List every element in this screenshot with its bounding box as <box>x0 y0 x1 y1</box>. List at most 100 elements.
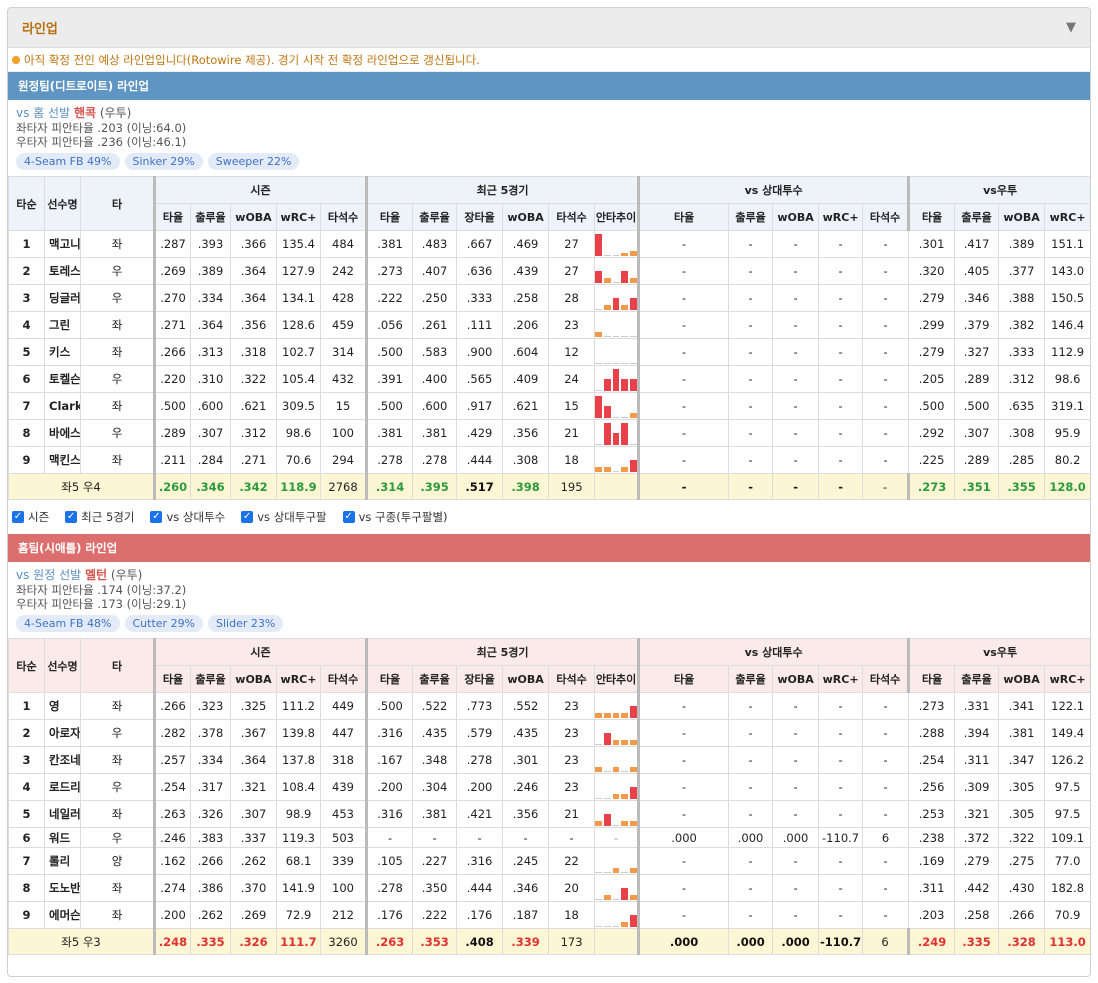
col-vs-pitcher[interactable]: 타석수 <box>862 665 911 693</box>
col-recent[interactable]: 안타추이 <box>594 203 641 231</box>
col-season[interactable]: wRC+ <box>276 665 321 693</box>
col-vs-pitcher[interactable]: 타율 <box>638 665 730 693</box>
col-vs-hand[interactable]: wOBA <box>998 665 1046 693</box>
stat-cell: - <box>772 392 820 420</box>
col-vs-hand[interactable]: 타율 <box>908 665 956 693</box>
col-recent[interactable]: 타석수 <box>548 203 596 231</box>
trend-bar <box>603 467 611 472</box>
col-season[interactable]: 타석수 <box>319 665 369 693</box>
stat-cell: .442 <box>954 874 1000 902</box>
col-vs-pitcher[interactable]: 타석수 <box>862 203 911 231</box>
col-recent[interactable]: 타석수 <box>548 665 596 693</box>
player-name[interactable]: Clark <box>44 392 81 420</box>
col-vs-hand[interactable]: wRC+ <box>1044 203 1090 231</box>
col-hand[interactable]: 타 <box>80 638 156 693</box>
col-vs-pitcher[interactable]: wOBA <box>772 203 820 231</box>
col-vs-hand[interactable]: wRC+ <box>1044 665 1090 693</box>
stat-cell: 151.1 <box>1044 230 1090 258</box>
player-name[interactable]: 바에스 <box>44 419 81 447</box>
col-recent[interactable]: 타율 <box>366 203 414 231</box>
filter-checkbox[interactable]: ✓ 최근 5경기 <box>65 509 134 525</box>
total-cell: .517 <box>456 473 504 500</box>
col-bat-order[interactable]: 타순 <box>8 176 45 231</box>
away-pitcher-name[interactable]: 핸콕 <box>74 106 96 120</box>
stat-cell: 447 <box>319 719 369 747</box>
col-recent[interactable]: 안타추이 <box>594 665 641 693</box>
filter-checkbox[interactable]: ✓ vs 상대투구팔 <box>241 509 327 525</box>
player-name[interactable]: 워드 <box>44 827 81 848</box>
player-name[interactable]: 딩글러 <box>44 284 81 312</box>
col-recent[interactable]: 출루율 <box>412 665 458 693</box>
col-recent[interactable]: 장타율 <box>456 665 504 693</box>
player-name[interactable]: 영 <box>44 692 81 720</box>
lineup-header[interactable]: 라인업 ▼ <box>8 8 1090 48</box>
col-season[interactable]: 출루율 <box>190 203 231 231</box>
player-name[interactable]: 칸조네 <box>44 746 81 774</box>
player-name[interactable]: 로드리게스 <box>44 773 81 801</box>
trend-bar <box>595 467 602 472</box>
away-pitch-pill: 4-Seam FB 49% <box>16 153 120 170</box>
stat-cell: .111 <box>456 311 504 339</box>
player-name[interactable]: 도노반 <box>44 874 81 902</box>
col-vs-hand[interactable]: 출루율 <box>954 665 1000 693</box>
col-season[interactable]: 타율 <box>154 203 191 231</box>
col-vs-pitcher[interactable]: 출루율 <box>728 665 774 693</box>
col-bat-order[interactable]: 타순 <box>8 638 45 693</box>
group-vs-pitcher: vs 상대투수 <box>638 176 911 204</box>
stat-cell: 146.4 <box>1044 311 1090 339</box>
col-vs-pitcher[interactable]: 출루율 <box>728 203 774 231</box>
checkbox-checked-icon[interactable]: ✓ <box>342 511 355 523</box>
col-season[interactable]: 출루율 <box>190 665 231 693</box>
player-name[interactable]: 에머슨 <box>44 901 81 929</box>
filter-checkbox[interactable]: ✓ 시즌 <box>12 509 49 525</box>
stat-cell: .271 <box>230 446 277 474</box>
checkbox-checked-icon[interactable]: ✓ <box>65 511 78 523</box>
col-player[interactable]: 선수명 <box>44 638 81 693</box>
checkbox-checked-icon[interactable]: ✓ <box>12 511 24 523</box>
col-vs-hand[interactable]: 출루율 <box>954 203 1000 231</box>
col-recent[interactable]: 타율 <box>366 665 414 693</box>
col-vs-pitcher[interactable]: wRC+ <box>818 665 864 693</box>
collapse-icon[interactable]: ▼ <box>1066 20 1076 35</box>
col-vs-pitcher[interactable]: 타율 <box>638 203 730 231</box>
col-vs-hand[interactable]: wOBA <box>998 203 1046 231</box>
player-name[interactable]: 토레스 <box>44 257 81 285</box>
stat-cell: - <box>818 365 864 393</box>
checkbox-checked-icon[interactable]: ✓ <box>150 511 163 523</box>
player-name[interactable]: 키스 <box>44 338 81 366</box>
col-season[interactable]: 타율 <box>154 665 191 693</box>
trend-bar <box>621 922 629 927</box>
col-vs-pitcher[interactable]: wOBA <box>772 665 820 693</box>
stat-cell: .289 <box>954 365 1000 393</box>
player-name[interactable]: 토켈슨 <box>44 365 81 393</box>
stat-cell: - <box>772 365 820 393</box>
col-vs-pitcher[interactable]: wRC+ <box>818 203 864 231</box>
col-season[interactable]: 타석수 <box>319 203 369 231</box>
stat-cell: .200 <box>366 773 414 801</box>
home-pitcher-name[interactable]: 멜턴 <box>85 568 107 582</box>
col-vs-hand[interactable]: 타율 <box>908 203 956 231</box>
col-season[interactable]: wRC+ <box>276 203 321 231</box>
filter-checkbox[interactable]: ✓ vs 구종(투구팔별) <box>342 509 448 525</box>
col-recent[interactable]: wOBA <box>502 203 550 231</box>
col-recent[interactable]: wOBA <box>502 665 550 693</box>
player-name[interactable]: 네일러 <box>44 800 81 828</box>
stat-cell: .331 <box>954 692 1000 720</box>
player-name[interactable]: 아로자레나 <box>44 719 81 747</box>
col-season[interactable]: wOBA <box>230 665 277 693</box>
player-name[interactable]: 맥킨스트리 <box>44 446 81 474</box>
col-season[interactable]: wOBA <box>230 203 277 231</box>
col-hand[interactable]: 타 <box>80 176 156 231</box>
col-recent[interactable]: 출루율 <box>412 203 458 231</box>
checkbox-checked-icon[interactable]: ✓ <box>241 511 254 523</box>
col-recent[interactable]: 장타율 <box>456 203 504 231</box>
col-player[interactable]: 선수명 <box>44 176 81 231</box>
hit-trend-chart <box>595 340 636 364</box>
stat-cell: .307 <box>230 800 277 828</box>
player-name[interactable]: 그린 <box>44 311 81 339</box>
player-name[interactable]: 롤리 <box>44 847 81 875</box>
filter-checkbox[interactable]: ✓ vs 상대투수 <box>150 509 225 525</box>
bat-order: 5 <box>8 800 45 828</box>
player-name[interactable]: 맥고니글 <box>44 230 81 258</box>
stat-cell: .346 <box>954 284 1000 312</box>
